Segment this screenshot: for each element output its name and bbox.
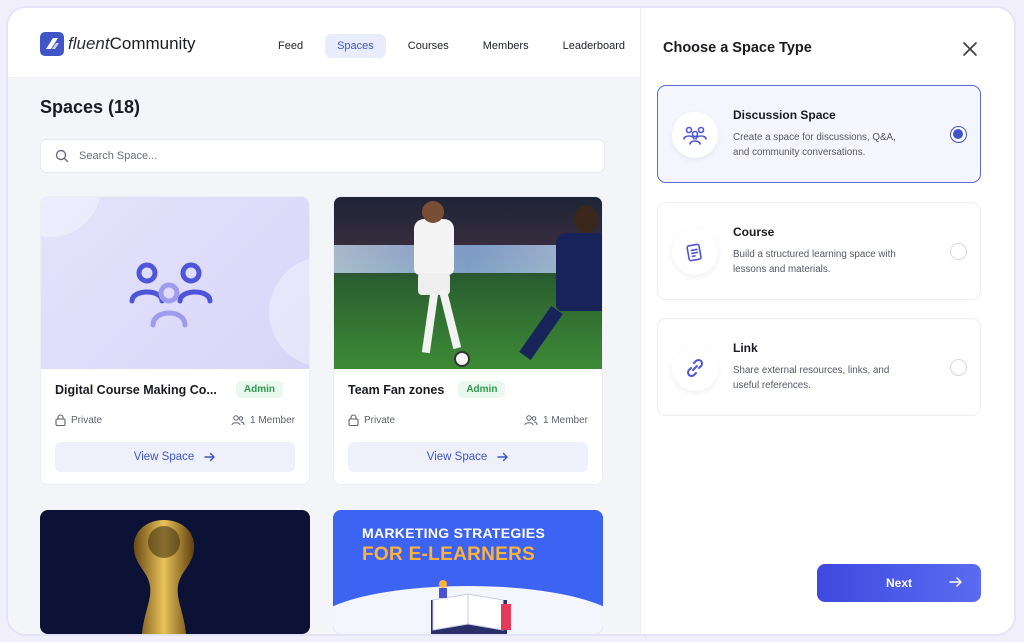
selection-radio[interactable]: [950, 359, 967, 376]
people-group-icon: [129, 262, 213, 328]
top-navigation-bar: fluentCommunity Feed Spaces Courses Memb…: [8, 8, 640, 78]
view-space-button[interactable]: View Space: [348, 442, 588, 472]
members-icon: [231, 414, 245, 425]
option-course[interactable]: Course Build a structured learning space…: [657, 202, 981, 300]
page-title: Spaces (18): [40, 97, 141, 117]
next-button[interactable]: Next: [817, 564, 981, 602]
player-figure: [414, 219, 454, 275]
selection-radio[interactable]: [950, 243, 967, 260]
option-description: Share external resources, links, and use…: [733, 365, 890, 391]
role-badge: Admin: [458, 381, 506, 398]
banner-line-2: FOR E-LEARNERS: [362, 544, 536, 565]
nav-courses[interactable]: Courses: [396, 34, 461, 58]
space-cover-image: [40, 510, 310, 634]
members-icon: [524, 414, 538, 425]
view-space-label: View Space: [426, 451, 488, 463]
people-icon: [672, 112, 718, 158]
brand-logo[interactable]: fluentCommunity: [40, 32, 196, 56]
arrow-right-icon: [497, 452, 508, 462]
view-space-label: View Space: [133, 451, 195, 463]
privacy-info: Private: [55, 414, 102, 426]
arrow-right-icon: [949, 577, 962, 587]
close-icon: [963, 42, 977, 56]
link-icon: [672, 345, 718, 391]
close-button[interactable]: [961, 40, 979, 58]
space-card[interactable]: MARKETING STRATEGIES FOR E-LEARNERS: [333, 510, 603, 634]
space-title: Digital Course Making Co...: [55, 382, 217, 397]
lock-icon: [348, 414, 359, 426]
app-window: fluentCommunity Feed Spaces Courses Memb…: [8, 8, 1014, 634]
option-title: Discussion Space: [733, 108, 836, 122]
book-illustration: [431, 580, 511, 634]
nav-spaces[interactable]: Spaces: [325, 34, 386, 58]
main-nav: Feed Spaces Courses Members Leaderboard: [266, 34, 647, 58]
option-description: Build a structured learning space with l…: [733, 249, 896, 275]
space-card[interactable]: Team Fan zones Admin Private 1 Member Vi…: [333, 196, 603, 485]
space-card[interactable]: [40, 510, 310, 634]
option-title: Course: [733, 225, 775, 239]
option-description: Create a space for discussions, Q&A, and…: [733, 132, 896, 158]
option-title: Link: [733, 341, 758, 355]
trophy-image: [133, 520, 195, 634]
nav-leaderboard[interactable]: Leaderboard: [551, 34, 637, 58]
space-cover-image: [334, 197, 602, 369]
panel-title: Choose a Space Type: [663, 40, 812, 56]
privacy-label: Private: [364, 414, 396, 426]
space-cover-image: MARKETING STRATEGIES FOR E-LEARNERS: [333, 510, 603, 634]
space-card[interactable]: Digital Course Making Co... Admin Privat…: [40, 196, 310, 485]
member-count-label: 1 Member: [249, 414, 295, 426]
next-label: Next: [885, 576, 912, 590]
nav-feed[interactable]: Feed: [266, 34, 315, 58]
search-placeholder: Search Space...: [79, 150, 158, 162]
course-icon: [672, 229, 718, 275]
space-title: Team Fan zones: [348, 382, 445, 397]
option-discussion-space[interactable]: Discussion Space Create a space for disc…: [657, 85, 981, 183]
search-icon: [55, 149, 69, 163]
view-space-button[interactable]: View Space: [55, 442, 295, 472]
member-count: 1 Member: [524, 415, 588, 426]
arrow-right-icon: [204, 452, 215, 462]
spaces-page: fluentCommunity Feed Spaces Courses Memb…: [8, 8, 640, 634]
member-count: 1 Member: [231, 415, 295, 426]
privacy-info: Private: [348, 414, 395, 426]
selection-radio[interactable]: [950, 126, 967, 143]
nav-members[interactable]: Members: [471, 34, 541, 58]
lock-icon: [55, 414, 66, 426]
fluent-logo-icon: [40, 32, 64, 56]
option-link[interactable]: Link Share external resources, links, an…: [657, 318, 981, 416]
member-count-label: 1 Member: [542, 414, 588, 426]
banner-line-1: MARKETING STRATEGIES: [362, 525, 546, 541]
privacy-label: Private: [71, 414, 103, 426]
space-type-panel: Choose a Space Type Discussion Space Cre…: [640, 8, 1014, 634]
search-input[interactable]: Search Space...: [40, 139, 605, 173]
space-cover-image: [41, 197, 309, 369]
player-figure: [556, 233, 602, 311]
role-badge: Admin: [235, 381, 283, 398]
brand-name: fluentCommunity: [68, 34, 196, 53]
